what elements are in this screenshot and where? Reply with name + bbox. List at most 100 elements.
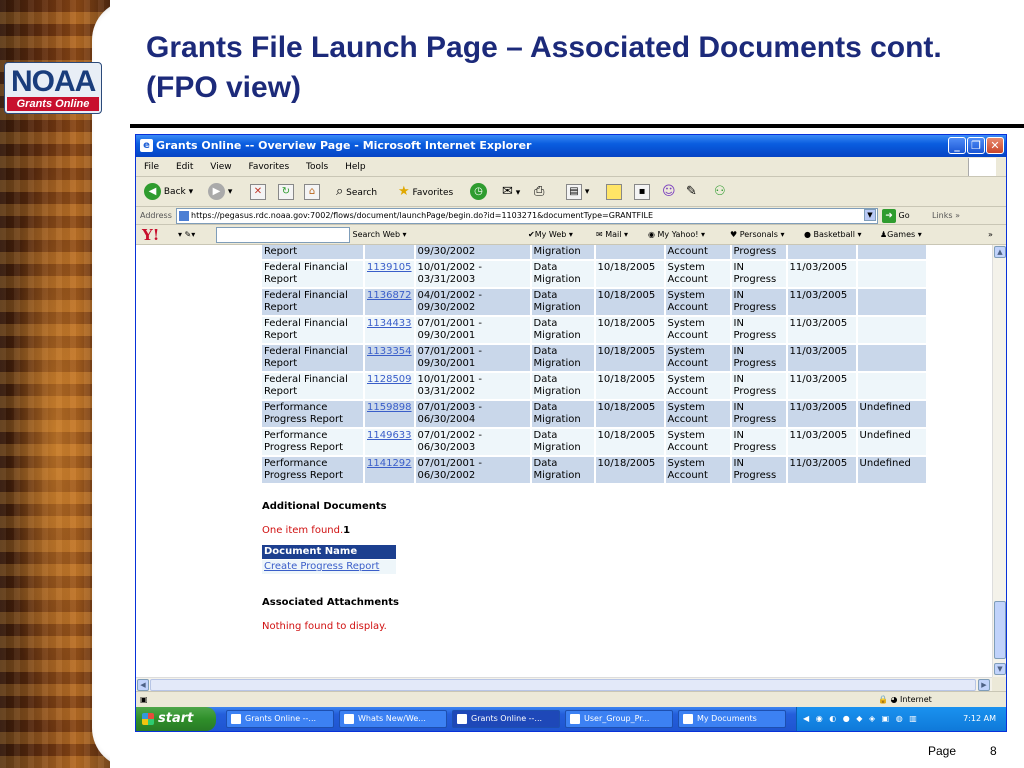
document-name-column-header[interactable]: Document Name	[262, 545, 396, 559]
table-cell-doc: Performance Progress Report	[262, 456, 365, 485]
start-button[interactable]: start	[136, 707, 216, 731]
forward-button[interactable]: ▶ ▾	[208, 183, 232, 201]
windows-flag-icon	[968, 158, 996, 176]
table-cell-created: 10/18/2005	[594, 456, 666, 485]
table-cell-type	[856, 372, 928, 401]
discuss-button[interactable]	[606, 183, 622, 201]
restore-button[interactable]: ❐	[967, 137, 985, 154]
document-id-link[interactable]: 1133354	[367, 346, 412, 357]
menu-tools[interactable]: Tools	[306, 162, 328, 172]
taskbar-item[interactable]: Grants Online --...	[226, 710, 334, 728]
scroll-up-icon[interactable]: ▲	[994, 246, 1006, 258]
yahoo-basketball[interactable]: ● Basketball ▾	[804, 225, 861, 245]
taskbar-item-label: User_Group_Pr...	[584, 714, 650, 723]
address-input[interactable]: https://pegasus.rdc.noaa.gov:7002/flows/…	[176, 208, 878, 224]
scroll-down-icon[interactable]: ▼	[994, 663, 1006, 675]
yahoo-my-web[interactable]: ✔My Web ▾	[528, 225, 573, 245]
menu-help[interactable]: Help	[345, 162, 366, 172]
document-id-link[interactable]: 1159898	[367, 402, 412, 413]
favorites-button[interactable]: ★ Favorites	[398, 183, 453, 201]
table-cell-date: 11/03/2005	[786, 400, 858, 429]
create-progress-report-link[interactable]: Create Progress Report	[262, 560, 396, 574]
table-cell-by: System Account	[664, 372, 732, 401]
browser-titlebar[interactable]: e Grants Online -- Overview Page - Micro…	[136, 135, 1006, 157]
document-id-link[interactable]: 1128509	[367, 374, 412, 385]
taskbar-item[interactable]: User_Group_Pr...	[565, 710, 673, 728]
document-id-link[interactable]: 1141292	[367, 458, 412, 469]
yahoo-menu-chevron-icon[interactable]: ▾ ✎▾	[178, 225, 195, 245]
print-button[interactable]: ⎙	[534, 183, 544, 201]
table-cell-origin: Data Migration	[530, 456, 596, 485]
links-button[interactable]: Links »	[932, 207, 960, 225]
table-cell-type: Undefined	[856, 428, 928, 457]
table-cell-status: IN Progress	[730, 288, 788, 317]
home-button[interactable]: ⌂	[304, 183, 320, 201]
table-cell-type	[856, 288, 928, 317]
history-icon: ◷	[470, 183, 487, 200]
table-cell-by: System Account	[664, 260, 732, 289]
yahoo-games[interactable]: ♟Games ▾	[880, 225, 922, 245]
table-cell-doc: Federal Financial Report	[262, 260, 365, 289]
table-cell-period: 04/01/2002 - 09/30/2002	[414, 288, 532, 317]
menu-edit[interactable]: Edit	[176, 162, 193, 172]
system-tray: ◀ ◉ ◐ ● ◆ ◈ ▣ ◍ ▥ 7:12 AM	[796, 707, 1006, 731]
close-button[interactable]: ✕	[986, 137, 1004, 154]
taskbar-item-label: Grants Online --...	[471, 714, 543, 723]
address-dropdown-button[interactable]: ▼	[864, 209, 876, 221]
taskbar-item-label: My Documents	[697, 714, 757, 723]
yahoo-logo-icon[interactable]: Y!	[142, 226, 159, 244]
scroll-right-icon[interactable]: ▶	[978, 679, 990, 691]
taskbar-item[interactable]: My Documents	[678, 710, 786, 728]
go-button[interactable]: ➜ Go	[882, 208, 918, 224]
vertical-scrollbar[interactable]: ▲ ▼	[992, 245, 1006, 677]
stop-button[interactable]: ✕	[250, 183, 266, 201]
edit-button[interactable]: ▤ ▾	[566, 183, 589, 201]
messenger-icon: ☺	[662, 184, 676, 199]
taskbar-item[interactable]: Whats New/We...	[339, 710, 447, 728]
items-found-text: One item found.1	[262, 525, 350, 536]
table-cell: Progress	[730, 245, 788, 261]
footer-page-label: Page	[928, 744, 957, 758]
yahoo-mail[interactable]: ✉ Mail ▾	[596, 225, 628, 245]
media-button[interactable]: ✎	[686, 183, 697, 201]
yahoo-personals[interactable]: ♥ Personals ▾	[730, 225, 784, 245]
document-id-link[interactable]: 1136872	[367, 290, 412, 301]
minimize-button[interactable]: _	[948, 137, 966, 154]
document-id-link[interactable]: 1149633	[367, 430, 412, 441]
search-button[interactable]: ⌕ Search	[336, 183, 377, 201]
menu-file[interactable]: File	[144, 162, 159, 172]
table-cell-date: 11/03/2005	[786, 456, 858, 485]
clock[interactable]: 7:12 AM	[963, 707, 996, 731]
security-zone-label: Internet	[900, 695, 932, 704]
refresh-button[interactable]: ↻	[278, 183, 294, 201]
taskbar-item-active[interactable]: Grants Online --...	[452, 710, 560, 728]
documents-table: Report 09/30/2002 Migration Account Progress…	[262, 245, 928, 485]
menu-favorites[interactable]: Favorites	[248, 162, 289, 172]
messenger-button[interactable]: ☺	[662, 183, 676, 201]
people-button[interactable]: ⚇	[714, 183, 726, 201]
table-cell-created: 10/18/2005	[594, 316, 666, 345]
toolbar-overflow-icon[interactable]: »	[988, 225, 993, 245]
start-label: start	[158, 711, 194, 726]
document-id-link[interactable]: 1134433	[367, 318, 412, 329]
menu-view[interactable]: View	[210, 162, 231, 172]
yahoo-toolbar: Y! ▾ ✎▾ Search Web ▾ ✔My Web ▾ ✉ Mail ▾ …	[136, 225, 1006, 245]
mail-button[interactable]: ✉ ▾	[502, 183, 520, 201]
yahoo-search-input[interactable]	[216, 227, 350, 243]
horizontal-scrollbar[interactable]: ◀ ▶	[136, 677, 992, 691]
history-button[interactable]: ◷	[470, 183, 487, 201]
yahoo-search-button[interactable]: Search Web ▾	[350, 225, 412, 245]
table-cell-status: IN Progress	[730, 344, 788, 373]
scroll-left-icon[interactable]: ◀	[137, 679, 149, 691]
research-button[interactable]: ▪	[634, 183, 650, 201]
slide-title: Grants File Launch Page – Associated Doc…	[146, 31, 942, 104]
document-id-link[interactable]: 1139105	[367, 262, 412, 273]
back-button[interactable]: ◀ Back ▾	[144, 183, 193, 201]
yahoo-my-yahoo[interactable]: ◉ My Yahoo! ▾	[648, 225, 705, 245]
tray-icons[interactable]: ◀ ◉ ◐ ● ◆ ◈ ▣ ◍ ▥	[803, 707, 919, 731]
people-icon: ⚇	[714, 184, 726, 199]
table-cell-date: 11/03/2005	[786, 372, 858, 401]
vertical-scroll-thumb[interactable]	[994, 601, 1006, 659]
horizontal-scroll-thumb[interactable]	[150, 679, 976, 691]
status-page-icon: ▣	[140, 695, 148, 704]
